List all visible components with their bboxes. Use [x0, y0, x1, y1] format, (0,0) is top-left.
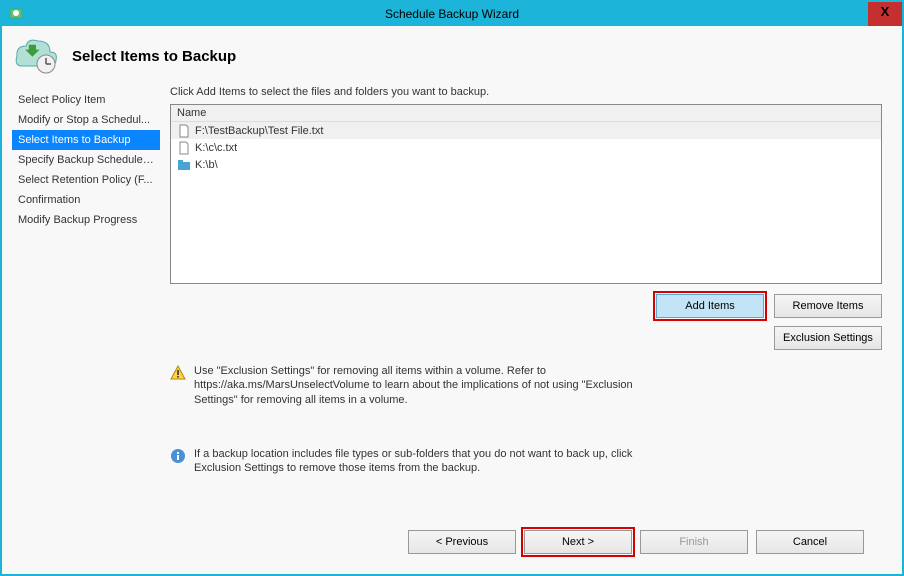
- list-item-label: K:\c\c.txt: [195, 142, 237, 154]
- wizard-window: Schedule Backup Wizard X Select Items to…: [0, 0, 904, 576]
- list-item-label: F:\TestBackup\Test File.txt: [195, 125, 323, 137]
- info-text: If a backup location includes file types…: [194, 447, 634, 476]
- previous-button[interactable]: < Previous: [408, 530, 516, 554]
- warning-icon: [170, 365, 186, 381]
- sidebar-item-modify-progress[interactable]: Modify Backup Progress: [12, 210, 160, 230]
- sidebar-item-confirmation[interactable]: Confirmation: [12, 190, 160, 210]
- next-button[interactable]: Next >: [524, 530, 632, 554]
- exclusion-row: Exclusion Settings: [170, 326, 882, 350]
- warning-block: Use "Exclusion Settings" for removing al…: [170, 364, 882, 407]
- wizard-icon: [12, 36, 60, 76]
- page-header: Select Items to Backup: [12, 36, 892, 76]
- remove-items-button[interactable]: Remove Items: [774, 294, 882, 318]
- add-items-button[interactable]: Add Items: [656, 294, 764, 318]
- exclusion-settings-button[interactable]: Exclusion Settings: [774, 326, 882, 350]
- list-item[interactable]: K:\b\: [171, 156, 881, 173]
- list-item[interactable]: K:\c\c.txt: [171, 139, 881, 156]
- page-title: Select Items to Backup: [72, 48, 236, 65]
- wizard-footer: < Previous Next > Finish Cancel: [170, 520, 882, 564]
- wizard-sidebar: Select Policy Item Modify or Stop a Sche…: [12, 86, 160, 564]
- sidebar-item-retention-policy[interactable]: Select Retention Policy (F...: [12, 170, 160, 190]
- list-body: F:\TestBackup\Test File.txt K:\c\c.txt: [171, 122, 881, 283]
- list-item[interactable]: F:\TestBackup\Test File.txt: [171, 122, 881, 139]
- sidebar-item-modify-stop[interactable]: Modify or Stop a Schedul...: [12, 110, 160, 130]
- sidebar-item-specify-schedule[interactable]: Specify Backup Schedule ...: [12, 150, 160, 170]
- info-icon: [170, 448, 186, 464]
- sidebar-item-select-policy[interactable]: Select Policy Item: [12, 90, 160, 110]
- body-row: Select Policy Item Modify or Stop a Sche…: [12, 86, 892, 564]
- titlebar: Schedule Backup Wizard X: [2, 2, 902, 26]
- warning-text: Use "Exclusion Settings" for removing al…: [194, 364, 634, 407]
- file-icon: [177, 141, 191, 155]
- app-icon: [8, 5, 24, 21]
- window-title: Schedule Backup Wizard: [385, 7, 519, 21]
- info-block: If a backup location includes file types…: [170, 447, 882, 476]
- item-buttons-row: Add Items Remove Items: [170, 294, 882, 318]
- list-header-name: Name: [171, 105, 881, 122]
- finish-button: Finish: [640, 530, 748, 554]
- list-item-label: K:\b\: [195, 159, 218, 171]
- items-listbox[interactable]: Name F:\TestBackup\Test File.txt: [170, 104, 882, 284]
- close-button[interactable]: X: [868, 2, 902, 26]
- cancel-button[interactable]: Cancel: [756, 530, 864, 554]
- folder-icon: [177, 158, 191, 172]
- content-area: Select Items to Backup Select Policy Ite…: [2, 26, 902, 574]
- sidebar-item-select-items[interactable]: Select Items to Backup: [12, 130, 160, 150]
- instruction-text: Click Add Items to select the files and …: [170, 86, 882, 98]
- file-icon: [177, 124, 191, 138]
- main-panel: Click Add Items to select the files and …: [160, 86, 892, 564]
